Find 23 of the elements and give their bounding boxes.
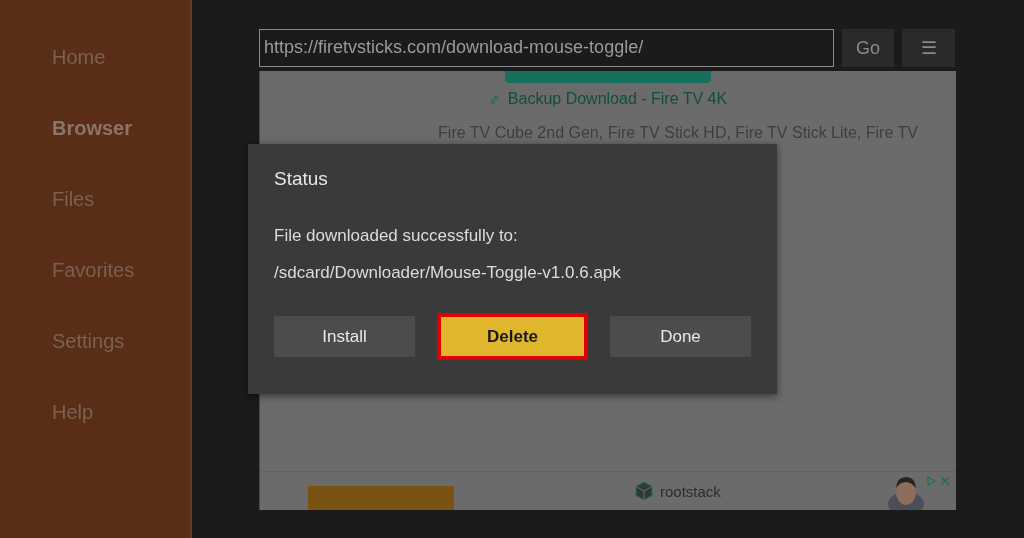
url-field[interactable]: https://firetvsticks.com/download-mouse-toggle/ xyxy=(259,29,834,67)
download-button[interactable] xyxy=(505,71,711,83)
file-path: /sdcard/Downloader/Mouse-Toggle-v1.0.6.apk xyxy=(274,263,622,283)
ad-choices-icon[interactable] xyxy=(926,476,936,486)
sidebar-item[interactable]: Settings xyxy=(0,322,190,393)
menu-button[interactable]: ☰ xyxy=(902,29,955,67)
sidebar-item[interactable]: Favorites xyxy=(0,251,190,322)
dialog-message: File downloaded successfully to: xyxy=(274,226,519,246)
cube-icon xyxy=(634,481,654,501)
dialog-button[interactable]: Done xyxy=(610,316,751,357)
close-icon[interactable] xyxy=(940,476,950,486)
sidebar-item[interactable]: Help xyxy=(0,393,190,464)
sidebar-item[interactable]: Home xyxy=(0,38,190,109)
backup-download-link[interactable]: Backup Download - Fire TV 4K xyxy=(507,90,728,108)
ad-banner[interactable]: rootstack xyxy=(260,471,956,510)
dialog-title: Status xyxy=(274,168,329,190)
sidebar-item[interactable]: Files xyxy=(0,180,190,251)
link-icon xyxy=(488,93,500,105)
dialog-button[interactable]: Install xyxy=(274,316,415,357)
dialog-button[interactable]: Delete xyxy=(437,313,588,360)
brand-name: rootstack xyxy=(660,482,721,500)
sidebar-item[interactable]: Browser xyxy=(0,109,190,180)
go-button[interactable]: Go xyxy=(842,29,894,67)
